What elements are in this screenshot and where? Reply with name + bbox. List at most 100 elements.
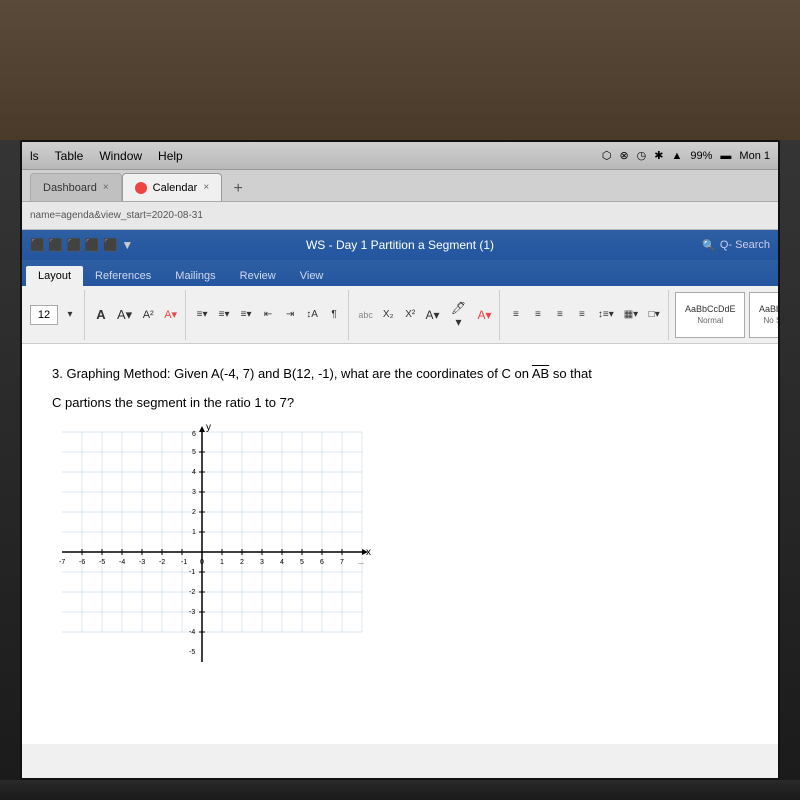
style-no-spacing[interactable]: AaBbCcDdE No Spacing: [749, 292, 778, 338]
menu-items: ls Table Window Help: [30, 149, 183, 163]
x-label--3: -3: [139, 559, 145, 566]
style-no-spacing-preview: AaBbCcDdE: [759, 304, 778, 315]
axis-ticks: [82, 452, 342, 632]
ribbon-tab-bar: Layout References Mailings Review View: [22, 260, 778, 286]
problem-text-main: Graphing Method: Given A(-4, 7) and B(12…: [66, 366, 528, 381]
numbering-button[interactable]: ≡▾: [214, 307, 234, 322]
abc-label: abc: [355, 308, 376, 322]
ribbon-toolbar: 12 ▾ A A▾ A² A▾ ≡▾ ≡▾ ≡▾ ⇤ ⇥ ↕A: [22, 286, 778, 344]
menu-item-window[interactable]: Window: [99, 149, 142, 163]
font-size-dropdown[interactable]: ▾: [60, 307, 80, 322]
x-label-5: 5: [300, 559, 304, 566]
subscript-group: abc X₂ X² A▾ 🖊▾ A▾: [351, 290, 500, 340]
x-label--2: -2: [159, 559, 165, 566]
bold-large-button[interactable]: A: [91, 305, 111, 324]
quick-access-save[interactable]: ⬛ ⬛ ⬛ ⬛ ⬛ ▼: [30, 238, 133, 252]
font-size-increase[interactable]: A²: [138, 307, 158, 323]
x-label-2: 2: [240, 559, 244, 566]
superscript-button[interactable]: X²: [400, 307, 420, 322]
x-label-8-10: ...: [358, 559, 364, 566]
word-document-title: WS - Day 1 Partition a Segment (1): [306, 238, 494, 252]
align-left[interactable]: ≡: [506, 307, 526, 322]
y-label--2: -2: [189, 589, 195, 596]
justify[interactable]: ≡: [572, 307, 592, 322]
indent-increase[interactable]: ⇥: [280, 307, 300, 322]
battery-status: 99%: [690, 150, 712, 162]
font-highlight[interactable]: A▾: [160, 306, 181, 323]
tab-mailings[interactable]: Mailings: [163, 266, 227, 286]
align-right[interactable]: ≡: [550, 307, 570, 322]
tab-dashboard-close[interactable]: ×: [103, 182, 109, 193]
shading[interactable]: ▦▾: [620, 307, 642, 322]
font-size-field[interactable]: 12: [30, 305, 58, 325]
search-area[interactable]: 🔍 Q- Search: [702, 239, 770, 252]
tab-view[interactable]: View: [288, 266, 336, 286]
text-format-group: A A▾ A² A▾: [87, 290, 186, 340]
date-display: Mon 1: [739, 150, 770, 162]
wifi-icon: ▲: [672, 150, 683, 162]
line-spacing[interactable]: ↕≡▾: [594, 307, 618, 322]
indent-decrease[interactable]: ⇤: [258, 307, 278, 322]
x-label-7: 7: [340, 559, 344, 566]
horizontal-grid: [62, 432, 362, 632]
problem-line2: C partions the segment in the ratio 1 to…: [52, 393, 748, 414]
font-color-red[interactable]: A▾: [474, 306, 495, 324]
multilevel-list[interactable]: ≡▾: [236, 307, 256, 322]
highlight-button[interactable]: 🖊▾: [445, 299, 472, 331]
x-label-4: 4: [280, 559, 284, 566]
address-bar[interactable]: name=agenda&view_start=2020-08-31: [22, 202, 778, 230]
x-label--4: -4: [119, 559, 125, 566]
font-color-a[interactable]: A▾: [422, 306, 443, 324]
tab-layout[interactable]: Layout: [26, 266, 83, 286]
font-color-button[interactable]: A▾: [113, 305, 136, 325]
y-label--5: -5: [189, 649, 195, 656]
y-label--3: -3: [189, 609, 195, 616]
address-text: name=agenda&view_start=2020-08-31: [30, 210, 203, 221]
style-normal[interactable]: AaBbCcDdE Normal: [675, 292, 745, 338]
bullets-button[interactable]: ≡▾: [192, 307, 212, 322]
bluetooth-icon: ✱: [654, 149, 663, 162]
borders[interactable]: □▾: [644, 307, 664, 322]
tab-calendar[interactable]: Calendar ×: [122, 173, 222, 201]
y-label--1: -1: [189, 569, 195, 576]
style-normal-preview: AaBbCcDdE: [685, 304, 736, 315]
problem-so-that: so that: [553, 366, 592, 381]
menu-item-table[interactable]: Table: [55, 149, 84, 163]
x-axis-label: x: [366, 547, 371, 558]
x-label-0: 0: [200, 559, 204, 566]
browser-tab-bar: Dashboard × Calendar × +: [22, 170, 778, 202]
menu-item-ls[interactable]: ls: [30, 149, 39, 163]
tab-references[interactable]: References: [83, 266, 163, 286]
graph-svg: x y -7 -6 -5 -4 -3 -2 -1 0: [52, 422, 372, 682]
problem-statement: 3. Graphing Method: Given A(-4, 7) and B…: [52, 364, 748, 385]
battery-icon: ▬: [720, 150, 731, 162]
tab-calendar-label: Calendar: [153, 182, 198, 194]
style-normal-label: Normal: [697, 316, 723, 325]
x-label--6: -6: [79, 559, 85, 566]
search-label: Q- Search: [720, 239, 770, 251]
font-group: 12 ▾: [26, 290, 85, 340]
x-label--7: -7: [59, 559, 65, 566]
sort-button[interactable]: ↕A: [302, 307, 322, 322]
y-label-5: 5: [192, 449, 196, 456]
pilcrow-button[interactable]: ¶: [324, 307, 344, 322]
y-label-6-7: 6: [192, 431, 196, 438]
y-axis-label: y: [206, 422, 211, 433]
word-window: ⬛ ⬛ ⬛ ⬛ ⬛ ▼ WS - Day 1 Partition a Segme…: [22, 230, 778, 744]
menu-item-help[interactable]: Help: [158, 149, 183, 163]
align-center[interactable]: ≡: [528, 307, 548, 322]
mac-menubar: ls Table Window Help ⬡ ⊗ ◷ ✱ ▲ 99% ▬ Mon…: [22, 142, 778, 170]
clock-icon: ◷: [637, 149, 647, 162]
tab-dashboard[interactable]: Dashboard ×: [30, 173, 122, 201]
laptop-screen: ls Table Window Help ⬡ ⊗ ◷ ✱ ▲ 99% ▬ Mon…: [20, 140, 780, 780]
x-label--1: -1: [181, 559, 187, 566]
subscript-button[interactable]: X₂: [378, 307, 398, 322]
tab-review[interactable]: Review: [228, 266, 288, 286]
search-icon: 🔍: [702, 239, 716, 252]
y-label--4: -4: [189, 629, 195, 636]
styles-group: AaBbCcDdE Normal AaBbCcDdE No Spacing Aa…: [671, 290, 778, 340]
add-tab-button[interactable]: +: [226, 177, 250, 201]
tab-calendar-close[interactable]: ×: [203, 182, 209, 193]
word-title-bar: ⬛ ⬛ ⬛ ⬛ ⬛ ▼ WS - Day 1 Partition a Segme…: [22, 230, 778, 260]
paragraph-group: ≡▾ ≡▾ ≡▾ ⇤ ⇥ ↕A ¶: [188, 290, 349, 340]
